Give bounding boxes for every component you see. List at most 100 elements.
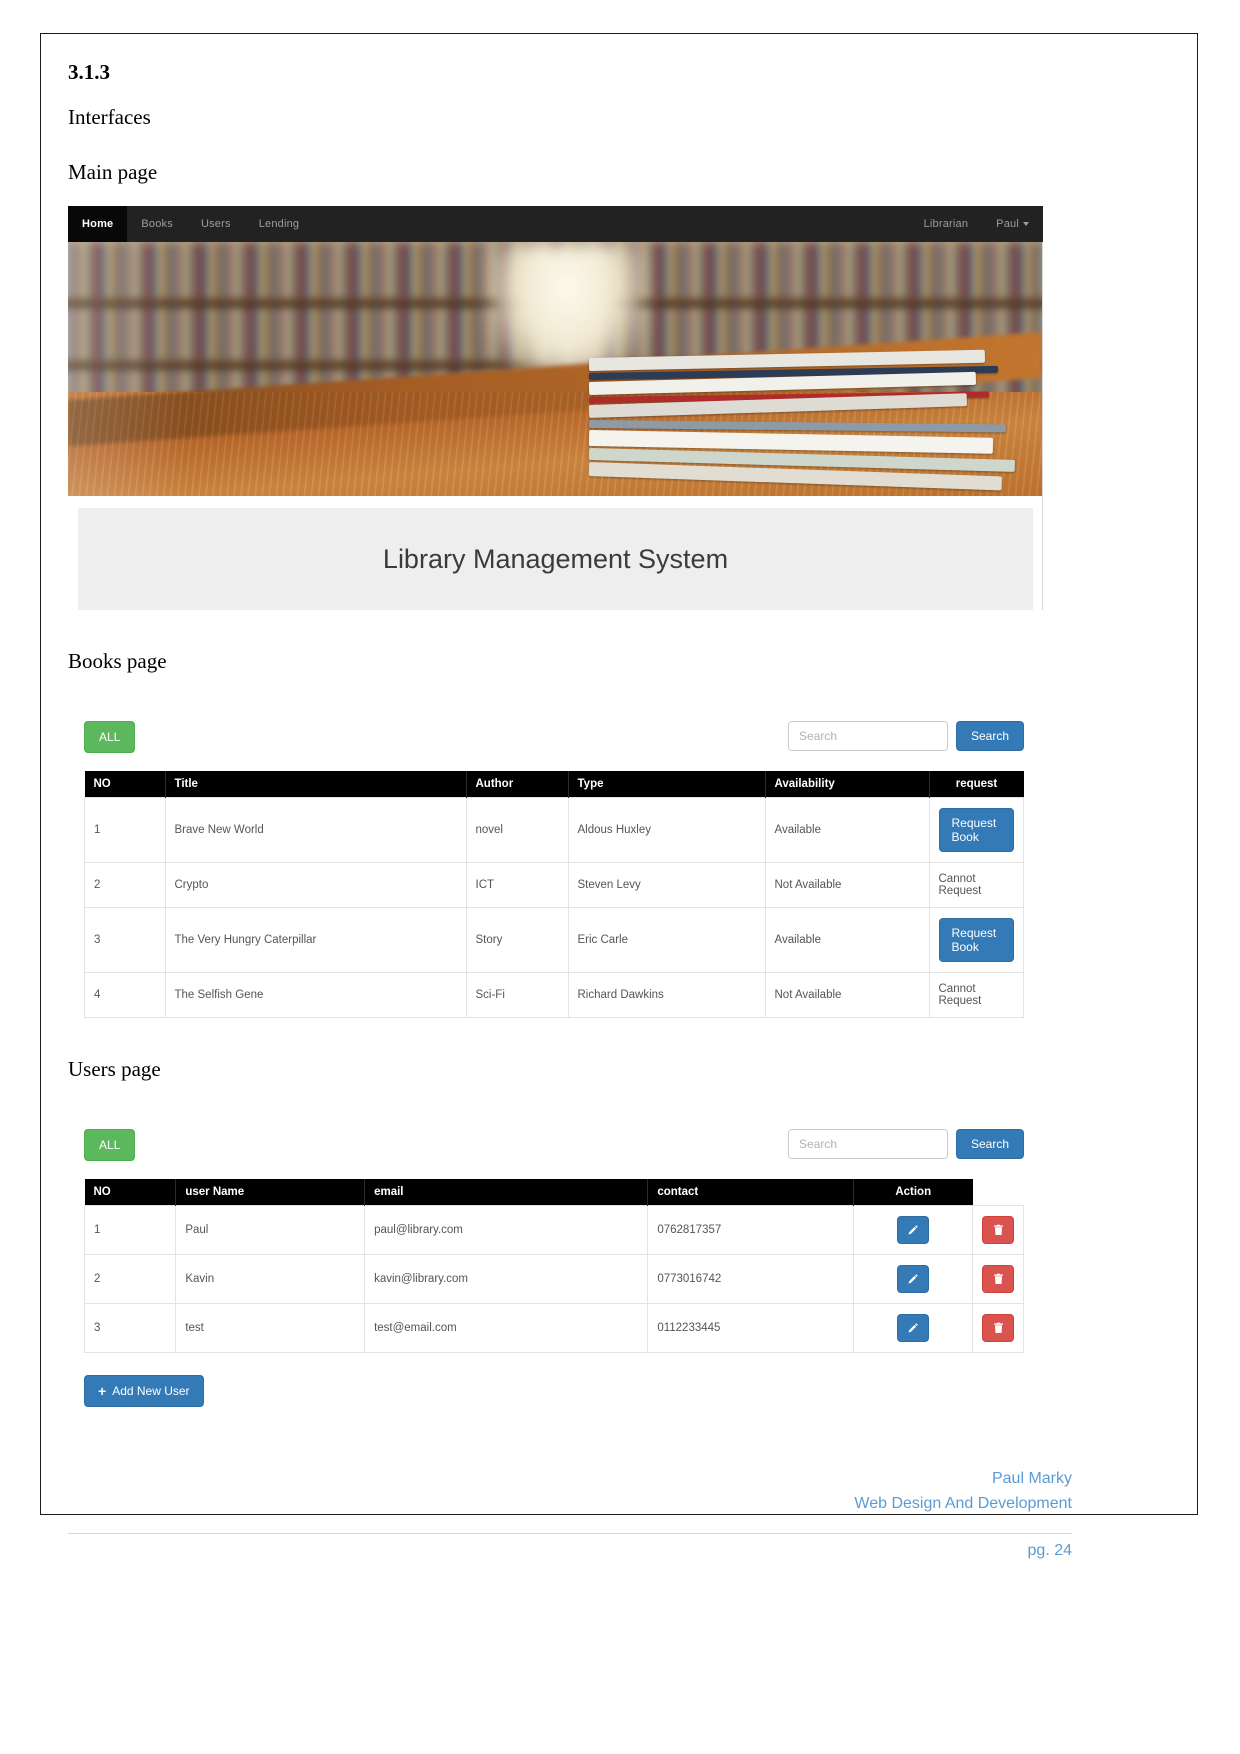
app-navbar: Home Books Users Lending Librarian Paul [68,206,1043,243]
trash-icon [993,1274,1003,1285]
book-author: Story [465,907,569,974]
chevron-down-icon [1023,222,1029,227]
pencil-icon [908,1225,918,1235]
user-edit-cell [852,1205,974,1256]
book-request-cell: Request Book [928,907,1024,974]
books-col-no: NO [84,771,165,798]
nav-user-label: Paul [996,218,1019,231]
hero-caption-wrapper: Library Management System [68,496,1043,611]
nav-item-lending[interactable]: Lending [245,206,314,242]
footer-course: Web Design And Development [854,1495,1072,1513]
user-email: test@email.com [364,1303,649,1354]
book-title: Brave New World [164,797,467,864]
book-type: Aldous Huxley [567,797,766,864]
users-page-widget: ALL Search NO user Name email contact Ac… [83,1129,1024,1354]
users-header-row: NO user Name email contact Action [84,1179,1024,1206]
users-col-name: user Name [175,1179,365,1206]
user-contact: 0773016742 [647,1254,854,1305]
table-row: 4 The Selfish Gene Sci-Fi Richard Dawkin… [84,972,1024,1019]
trash-icon [993,1225,1003,1236]
footer-author: Paul Marky [991,1470,1072,1488]
user-delete-cell [972,1303,1024,1354]
users-col-action: Action [852,1179,973,1206]
delete-user-button[interactable] [982,1265,1014,1294]
table-row: 3 The Very Hungry Caterpillar Story Eric… [84,907,1024,974]
book-title: Crypto [164,862,467,909]
app-title-jumbotron: Library Management System [78,508,1033,611]
user-contact: 0112233445 [647,1303,854,1354]
users-table-body: 1 Paul paul@library.com 0762817357 2 Kav… [83,1205,1024,1354]
user-contact: 0762817357 [647,1205,854,1256]
add-new-user-button[interactable]: + Add New User [84,1375,204,1408]
books-search-input[interactable] [787,721,948,752]
table-row: 3 test test@email.com 0112233445 [83,1303,1024,1354]
user-email: paul@library.com [364,1205,649,1256]
stacked-books [588,349,1019,491]
user-no: 3 [83,1303,177,1354]
request-book-button[interactable]: Request Book [938,918,1014,963]
book-title: The Very Hungry Caterpillar [164,907,467,974]
book-author: novel [465,797,569,864]
book-request-cell: Cannot Request [928,862,1024,909]
book-no: 3 [84,907,166,974]
user-edit-cell [852,1254,974,1305]
navbar-left-group: Home Books Users Lending [68,206,314,243]
nav-item-books[interactable]: Books [127,206,187,242]
document-body: 3.1.3 Interfaces Main page Home Books Us… [68,60,1072,1560]
pencil-icon [908,1274,918,1284]
document-footer: Paul Marky Web Design And Development [68,1467,1072,1517]
users-table-head: NO user Name email contact Action [84,1179,1024,1206]
user-email: kavin@library.com [364,1254,649,1305]
users-all-button[interactable]: ALL [84,1129,136,1162]
books-table-body: 1 Brave New World novel Aldous Huxley Av… [84,797,1024,1019]
book-request-cell: Cannot Request [928,972,1024,1019]
users-table: NO user Name email contact Action 1 Paul… [83,1179,1024,1354]
edit-user-button[interactable] [896,1216,929,1245]
request-book-button[interactable]: Request Book [938,808,1014,853]
nav-item-users[interactable]: Users [187,206,245,242]
book-type: Steven Levy [567,862,766,909]
book-type: Richard Dawkins [567,972,766,1019]
users-col-contact: contact [647,1179,854,1206]
hero-banner-image [68,242,1043,497]
user-name: test [175,1303,366,1354]
heading-main-page: Main page [68,160,158,185]
delete-user-button[interactable] [982,1314,1014,1343]
book-type: Eric Carle [567,907,766,974]
books-search-button[interactable]: Search [955,721,1024,752]
users-search-input[interactable] [787,1129,948,1160]
heading-books-page: Books page [68,649,167,674]
books-col-title: Title [164,771,466,798]
user-no: 1 [83,1205,177,1256]
book-availability: Available [764,797,930,864]
book-title: The Selfish Gene [164,972,467,1019]
navbar-right-group: Librarian Paul [910,206,1043,242]
screenshot-right-edge-rule [1042,242,1043,611]
users-search-button[interactable]: Search [955,1129,1024,1160]
book-availability: Not Available [764,972,930,1019]
book-no: 4 [84,972,166,1019]
nav-item-home[interactable]: Home [68,206,128,243]
books-all-button[interactable]: ALL [84,721,136,754]
users-search-group: Search [787,1129,1024,1160]
nav-user-dropdown[interactable]: Paul [982,206,1043,242]
users-col-no: NO [84,1179,176,1206]
books-col-availability: Availability [764,771,929,798]
books-header-row: NO Title Author Type Availability reques… [84,771,1024,798]
section-title: Interfaces [68,105,151,130]
document-page-sheet: 3.1.3 Interfaces Main page Home Books Us… [40,33,1198,1559]
user-edit-cell [852,1303,974,1354]
books-table: NO Title Author Type Availability reques… [84,771,1024,1019]
user-no: 2 [83,1254,177,1305]
trash-icon [993,1323,1003,1334]
plus-icon: + [98,1383,107,1400]
edit-user-button[interactable] [896,1265,929,1294]
books-col-request: request [928,771,1024,798]
footer-page-number: pg. 24 [68,1533,1072,1560]
table-row: 1 Paul paul@library.com 0762817357 [83,1205,1024,1256]
user-name: Paul [175,1205,366,1256]
delete-user-button[interactable] [982,1216,1014,1245]
edit-user-button[interactable] [896,1314,929,1343]
books-page-widget: ALL Search NO Title Author Type Availabi… [84,721,1024,1019]
user-delete-cell [972,1205,1024,1256]
